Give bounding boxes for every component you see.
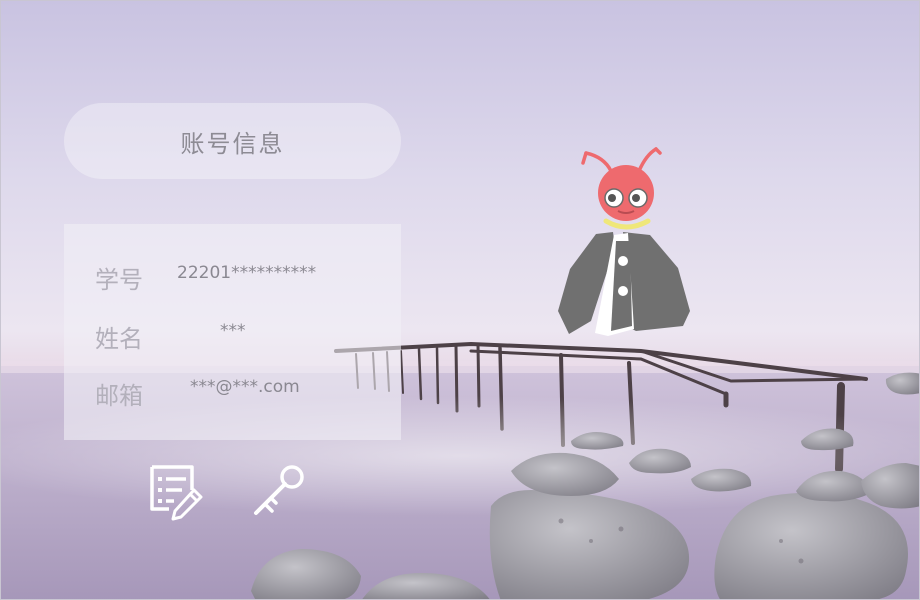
- account-info-screen: 账号信息 学号 22201********** 姓名 *** 邮箱 ***@**…: [0, 0, 920, 600]
- student-id-value: 22201**********: [177, 263, 317, 283]
- account-info-title-card: 账号信息: [64, 103, 401, 179]
- ant-mascot-icon: [558, 147, 690, 336]
- key-icon[interactable]: [252, 463, 308, 517]
- student-id-label: 学号: [95, 266, 143, 294]
- email-row: 邮箱 ***@***.com: [64, 374, 401, 414]
- name-row: 姓名 ***: [64, 316, 401, 356]
- page-title: 账号信息: [180, 129, 285, 158]
- student-id-row: 学号 22201**********: [64, 258, 401, 298]
- email-label: 邮箱: [95, 382, 143, 410]
- name-label: 姓名: [95, 325, 143, 353]
- edit-document-icon[interactable]: [144, 464, 204, 522]
- email-value: ***@***.com: [190, 377, 300, 397]
- account-info-card: 学号 22201********** 姓名 *** 邮箱 ***@***.com: [64, 224, 401, 440]
- name-value: ***: [220, 321, 246, 341]
